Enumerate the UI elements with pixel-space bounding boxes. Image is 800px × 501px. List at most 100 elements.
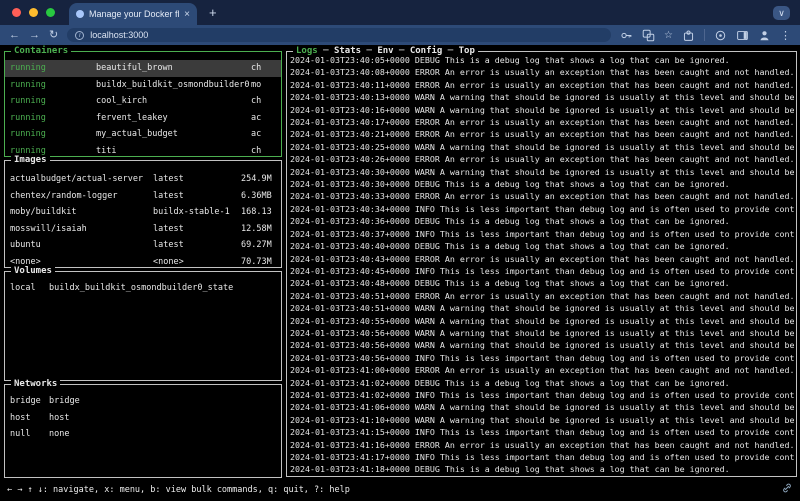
- log-line: 2024-01-03T23:41:15+0000 INFO This is le…: [290, 426, 796, 438]
- logs-tab[interactable]: Config: [410, 46, 443, 56]
- link-chain-icon: [781, 482, 793, 497]
- image-row[interactable]: chentex/random-logger latest 6.36MB: [5, 188, 281, 205]
- container-name: my_actual_budget: [96, 129, 251, 139]
- image-row[interactable]: actualbudget/actual-server latest 254.9M: [5, 171, 281, 188]
- image-row[interactable]: moby/buildkit buildx-stable-1 168.13: [5, 204, 281, 221]
- image-tag: latest: [153, 224, 241, 234]
- volumes-panel[interactable]: Volumes local buildx_buildkit_osmondbuil…: [4, 271, 282, 381]
- image-row[interactable]: ubuntu latest 69.27M: [5, 237, 281, 254]
- container-name: fervent_leakey: [96, 113, 251, 123]
- containers-panel-title: Containers: [11, 46, 71, 57]
- log-line: 2024-01-03T23:40:30+0000 DEBUG This is a…: [290, 178, 796, 190]
- extension-circle-icon[interactable]: [714, 29, 727, 42]
- log-line: 2024-01-03T23:40:51+0000 WARN A warning …: [290, 302, 796, 314]
- tab-separator: ─: [318, 46, 334, 56]
- log-line: 2024-01-03T23:40:11+0000 ERROR An error …: [290, 79, 796, 91]
- container-image: ac: [251, 129, 281, 139]
- logs-tab[interactable]: Env: [377, 46, 393, 56]
- back-button[interactable]: ←: [9, 30, 20, 41]
- browser-tab[interactable]: Manage your Docker fleet w ×: [69, 3, 197, 25]
- network-driver: none: [49, 429, 281, 439]
- networks-panel-title: Networks: [11, 379, 60, 390]
- logs-tab-group: ─ Env: [361, 46, 394, 57]
- log-line: 2024-01-03T23:40:13+0000 WARN A warning …: [290, 91, 796, 103]
- image-tag: latest: [153, 191, 241, 201]
- logs-panel[interactable]: Logs ─ Stats ─ Env ─ Config ─ Top 2024-0…: [286, 51, 797, 477]
- password-key-icon[interactable]: [620, 29, 633, 42]
- macos-minimize-button[interactable]: [29, 8, 38, 17]
- logs-tab[interactable]: Stats: [334, 46, 361, 56]
- tab-separator: ─: [361, 46, 377, 56]
- log-line: 2024-01-03T23:40:45+0000 INFO This is le…: [290, 265, 796, 277]
- log-line: 2024-01-03T23:40:26+0000 ERROR An error …: [290, 153, 796, 165]
- tab-favicon-icon: [76, 10, 84, 18]
- log-line: 2024-01-03T23:40:34+0000 INFO This is le…: [290, 203, 796, 215]
- volume-row[interactable]: local buildx_buildkit_osmondbuilder0_sta…: [5, 280, 281, 297]
- network-name: host: [10, 413, 49, 423]
- right-column: Logs ─ Stats ─ Env ─ Config ─ Top 2024-0…: [282, 45, 800, 478]
- side-panel-icon[interactable]: [736, 29, 749, 42]
- reload-button[interactable]: ↻: [49, 30, 58, 41]
- networks-list: bridge bridge host host null none: [5, 385, 281, 477]
- container-row[interactable]: running beautiful_brown ch: [5, 60, 281, 77]
- browser-menu-kebab-icon[interactable]: ⋮: [780, 29, 791, 42]
- extensions-puzzle-icon[interactable]: [682, 29, 695, 42]
- log-line: 2024-01-03T23:40:21+0000 ERROR An error …: [290, 128, 796, 140]
- volumes-panel-title: Volumes: [11, 266, 55, 277]
- macos-close-button[interactable]: [12, 8, 21, 17]
- log-line: 2024-01-03T23:41:02+0000 INFO This is le…: [290, 389, 796, 401]
- image-size: 69.27M: [241, 240, 281, 250]
- containers-list: running beautiful_brown ch running build…: [5, 52, 281, 156]
- log-line: 2024-01-03T23:40:30+0000 WARN A warning …: [290, 166, 796, 178]
- new-tab-button[interactable]: +: [209, 5, 217, 20]
- bookmark-star-icon[interactable]: ☆: [664, 30, 673, 41]
- image-name: ubuntu: [10, 240, 153, 250]
- volume-name: buildx_buildkit_osmondbuilder0_state: [49, 283, 281, 293]
- network-row[interactable]: null none: [5, 426, 281, 443]
- networks-panel[interactable]: Networks bridge bridge host host: [4, 384, 282, 478]
- log-line: 2024-01-03T23:40:55+0000 WARN A warning …: [290, 315, 796, 327]
- log-line: 2024-01-03T23:41:10+0000 WARN A warning …: [290, 414, 796, 426]
- network-row[interactable]: bridge bridge: [5, 393, 281, 410]
- logs-tab-group: ─ Stats: [318, 46, 361, 57]
- network-driver: bridge: [49, 396, 281, 406]
- logs-panel-tabs: Logs ─ Stats ─ Env ─ Config ─ Top: [293, 46, 478, 57]
- log-line: 2024-01-03T23:40:08+0000 ERROR An error …: [290, 66, 796, 78]
- image-size: 168.13: [241, 207, 281, 217]
- image-name: actualbudget/actual-server: [10, 174, 153, 184]
- container-status: running: [10, 129, 96, 139]
- volumes-list: local buildx_buildkit_osmondbuilder0_sta…: [5, 272, 281, 380]
- logs-tab[interactable]: Logs: [296, 46, 318, 56]
- containers-panel[interactable]: Containers running beautiful_brown ch ru…: [4, 51, 282, 157]
- volume-driver: local: [10, 283, 49, 293]
- logs-tab[interactable]: Top: [459, 46, 475, 56]
- macos-zoom-button[interactable]: [46, 8, 55, 17]
- address-bar[interactable]: i localhost:3000: [67, 28, 611, 42]
- container-row[interactable]: running cool_kirch ch: [5, 93, 281, 110]
- log-line: 2024-01-03T23:41:06+0000 WARN A warning …: [290, 401, 796, 413]
- container-name: titi: [96, 146, 251, 156]
- translate-icon[interactable]: [642, 29, 655, 42]
- image-row[interactable]: mosswill/isaiah latest 12.58M: [5, 221, 281, 238]
- url-text: localhost:3000: [90, 30, 148, 40]
- tab-close-icon[interactable]: ×: [184, 9, 190, 20]
- log-line: 2024-01-03T23:40:17+0000 ERROR An error …: [290, 116, 796, 128]
- container-image: mo: [251, 80, 281, 90]
- container-row[interactable]: running fervent_leakey ac: [5, 110, 281, 127]
- images-panel[interactable]: Images actualbudget/actual-server latest…: [4, 160, 282, 268]
- tab-search-chevron-icon[interactable]: ∨: [773, 6, 790, 20]
- forward-button[interactable]: →: [29, 30, 40, 41]
- network-name: null: [10, 429, 49, 439]
- container-row[interactable]: running titi ch: [5, 143, 281, 157]
- logs-tab-group: ─ Top: [442, 46, 475, 57]
- network-row[interactable]: host host: [5, 410, 281, 427]
- container-row[interactable]: running my_actual_budget ac: [5, 126, 281, 143]
- log-line: 2024-01-03T23:41:16+0000 ERROR An error …: [290, 439, 796, 451]
- image-row[interactable]: <none> <none> 70.73M: [5, 254, 281, 268]
- container-row[interactable]: running buildx_buildkit_osmondbuilder0 m…: [5, 77, 281, 94]
- container-status: running: [10, 80, 96, 90]
- profile-avatar-icon[interactable]: [758, 29, 771, 42]
- image-size: 12.58M: [241, 224, 281, 234]
- container-name: cool_kirch: [96, 96, 251, 106]
- site-info-icon[interactable]: i: [75, 31, 84, 40]
